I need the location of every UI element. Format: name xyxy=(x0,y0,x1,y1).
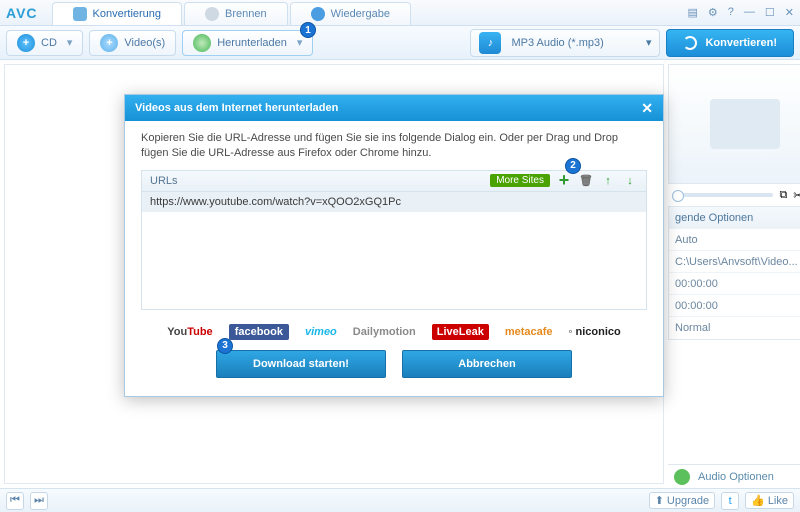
output-path: C:\Users\Anvsoft\Video... xyxy=(675,256,798,268)
disc-icon: + xyxy=(17,34,35,52)
facebook-logo: facebook xyxy=(229,324,289,340)
play-icon xyxy=(311,7,325,21)
niconico-logo: ◦ niconico xyxy=(569,326,621,338)
youtube-logo: YouTube xyxy=(167,326,212,338)
menu-icon[interactable]: ▤ xyxy=(688,6,698,19)
audio-options-label: Audio Optionen xyxy=(698,471,774,483)
tab-play-label: Wiedergabe xyxy=(331,8,390,20)
tab-convert-label: Konvertierung xyxy=(93,8,162,20)
option-row[interactable]: Auto xyxy=(669,229,800,251)
refresh-icon xyxy=(683,36,697,50)
music-icon: ♪ xyxy=(479,32,501,54)
like-button[interactable]: 👍Like xyxy=(745,492,794,509)
main-tabs: Konvertierung Brennen Wiedergabe xyxy=(52,0,411,25)
convert-label: Konvertieren! xyxy=(705,37,777,49)
chevron-down-icon: ▾ xyxy=(646,36,652,49)
speaker-icon xyxy=(674,469,690,485)
status-bar: ⏮ ⏭ ⬆ Upgrade t 👍Like xyxy=(0,488,800,512)
vimeo-logo: vimeo xyxy=(305,326,337,338)
cancel-button[interactable]: Abbrechen xyxy=(402,350,572,378)
options-list: gende Optionen Auto C:\Users\Anvsoft\Vid… xyxy=(668,206,800,340)
tab-burn[interactable]: Brennen xyxy=(184,2,288,25)
start-download-button[interactable]: Download starten! xyxy=(216,350,386,378)
dialog-body: Kopieren Sie die URL-Adresse und fügen S… xyxy=(125,121,663,396)
close-icon[interactable]: ✕ xyxy=(785,6,794,19)
maximize-icon[interactable]: ☐ xyxy=(765,6,775,19)
tab-convert[interactable]: Konvertierung xyxy=(52,2,183,25)
next-button[interactable]: ⏭ xyxy=(30,492,48,510)
prev-button[interactable]: ⏮ xyxy=(6,492,24,510)
download-label: Herunterladen xyxy=(217,37,287,49)
options-header: gende Optionen xyxy=(669,207,800,229)
url-list[interactable]: https://www.youtube.com/watch?v=xQOO2xGQ… xyxy=(141,192,647,310)
supported-sites: YouTube facebook vimeo Dailymotion LiveL… xyxy=(141,324,647,340)
metacafe-logo: metacafe xyxy=(505,326,553,338)
cd-label: CD xyxy=(41,37,57,49)
url-row[interactable]: https://www.youtube.com/watch?v=xQOO2xGQ… xyxy=(142,192,646,212)
tab-burn-label: Brennen xyxy=(225,8,267,20)
quality-label: Normal xyxy=(675,322,710,334)
option-row[interactable]: Normal▾ xyxy=(669,317,800,339)
callout-3: 3 xyxy=(217,338,233,354)
convert-icon xyxy=(73,7,87,21)
add-cd-button[interactable]: + CD ▾ xyxy=(6,30,83,56)
callout-2: 2 xyxy=(565,158,581,174)
twitter-icon[interactable]: t xyxy=(721,492,739,510)
burn-icon xyxy=(205,7,219,21)
audio-options-bar[interactable]: Audio Optionen xyxy=(668,464,800,488)
move-down-button[interactable]: ↓ xyxy=(622,173,638,189)
download-dialog: Videos aus dem Internet herunterladen ✕ … xyxy=(124,94,664,397)
chevron-down-icon: ▾ xyxy=(297,36,303,49)
dialog-close-button[interactable]: ✕ xyxy=(641,100,653,117)
output-format-selector[interactable]: ♪ MP3 Audio (*.mp3) ▾ xyxy=(470,29,660,57)
add-url-button[interactable]: + xyxy=(556,173,572,189)
chevron-down-icon: ▾ xyxy=(67,36,73,49)
delete-url-button[interactable]: 🗑 xyxy=(578,173,594,189)
thumb-icon: 👍 xyxy=(751,494,765,507)
dailymotion-logo: Dailymotion xyxy=(353,326,416,338)
urls-label: URLs xyxy=(150,175,178,187)
download-button[interactable]: Herunterladen ▾ xyxy=(182,30,313,56)
preview-pane xyxy=(668,64,800,184)
upgrade-label: Upgrade xyxy=(667,495,709,507)
slider-track[interactable] xyxy=(672,193,773,197)
video-icon: + xyxy=(100,34,118,52)
callout-1: 1 xyxy=(300,22,316,38)
like-label: Like xyxy=(768,495,788,507)
add-videos-button[interactable]: + Video(s) xyxy=(89,30,176,56)
crop-icon[interactable]: ⧉ xyxy=(779,189,787,202)
toolbar: + CD ▾ + Video(s) Herunterladen ▾ ♪ MP3 Audio… xyxy=(0,26,800,60)
app-logo: AVC xyxy=(6,5,38,21)
option-row[interactable]: C:\Users\Anvsoft\Video...📁 xyxy=(669,251,800,273)
preview-slider[interactable]: ⧉✂⚒ xyxy=(668,184,800,206)
upgrade-button[interactable]: ⬆ Upgrade xyxy=(649,492,715,509)
move-up-button[interactable]: ↑ xyxy=(600,173,616,189)
dialog-buttons: 3 Download starten! Abbrechen xyxy=(141,350,647,378)
window-controls: ▤ ⚙ ? — ☐ ✕ xyxy=(688,6,795,19)
help-icon[interactable]: ? xyxy=(728,6,734,19)
convert-button[interactable]: Konvertieren! xyxy=(666,29,794,57)
format-label: MP3 Audio (*.mp3) xyxy=(511,37,603,49)
settings-icon[interactable]: ⚙ xyxy=(708,6,718,19)
liveleak-logo: LiveLeak xyxy=(432,324,489,340)
videos-label: Video(s) xyxy=(124,37,165,49)
option-row[interactable]: 00:00:00 xyxy=(669,273,800,295)
title-bar: AVC Konvertierung Brennen Wiedergabe ▤ ⚙… xyxy=(0,0,800,26)
film-icon xyxy=(710,99,780,149)
cut-icon[interactable]: ✂ xyxy=(793,189,800,202)
dialog-titlebar: Videos aus dem Internet herunterladen ✕ xyxy=(125,95,663,121)
side-panel: ⧉✂⚒ gende Optionen Auto C:\Users\Anvsoft… xyxy=(668,60,800,488)
minimize-icon[interactable]: — xyxy=(744,6,755,19)
dialog-title: Videos aus dem Internet herunterladen xyxy=(135,102,338,114)
option-row[interactable]: 00:00:00 xyxy=(669,295,800,317)
globe-icon xyxy=(193,34,211,52)
more-sites-badge[interactable]: More Sites xyxy=(490,174,550,187)
